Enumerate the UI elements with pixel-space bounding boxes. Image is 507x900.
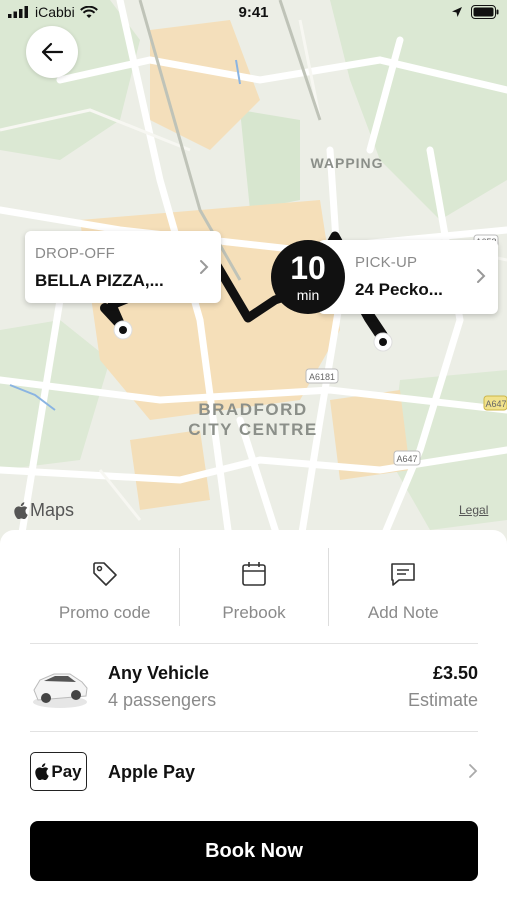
divider xyxy=(179,548,180,626)
vehicle-option[interactable]: Any Vehicle 4 passengers £3.50 Estimate xyxy=(30,658,478,716)
back-button[interactable] xyxy=(26,26,78,78)
location-arrow-icon xyxy=(452,7,462,17)
area-label-city-centre: CITY CENTRE xyxy=(188,420,318,439)
apple-pay-badge-text: Pay xyxy=(51,761,82,781)
chevron-right-icon xyxy=(477,269,486,283)
battery-icon xyxy=(471,5,499,19)
note-icon xyxy=(391,563,416,586)
road-label-a647: A647 xyxy=(396,454,417,464)
road-label-a6181: A6181 xyxy=(309,372,335,382)
add-note-label: Add Note xyxy=(367,603,439,622)
apple-pay-badge: Pay xyxy=(30,752,87,791)
payment-method-row[interactable]: Pay Apple Pay xyxy=(30,750,478,792)
divider xyxy=(328,548,329,626)
dropoff-label: DROP-OFF xyxy=(35,245,115,262)
eta-unit: min xyxy=(296,287,320,303)
pickup-card[interactable]: PICK-UP 24 Pecko... xyxy=(318,240,498,314)
dropoff-address: BELLA PIZZA,... xyxy=(35,271,164,290)
tag-icon xyxy=(92,562,117,586)
status-bar: iCabbi 9:41 xyxy=(0,0,507,28)
divider xyxy=(30,643,478,644)
divider xyxy=(30,731,478,732)
pickup-label: PICK-UP xyxy=(355,254,418,271)
quick-actions: Promo code Prebook Add Note xyxy=(30,548,478,626)
eta-badge: 10 min xyxy=(271,240,345,314)
prebook-label: Prebook xyxy=(222,603,286,622)
dropoff-card[interactable]: DROP-OFF BELLA PIZZA,... xyxy=(25,231,221,303)
eta-value: 10 xyxy=(290,250,326,286)
add-note-button[interactable]: Add Note xyxy=(329,548,478,626)
area-label-wapping: WAPPING xyxy=(310,155,383,171)
price-estimate-label: Estimate xyxy=(407,690,478,710)
vehicle-passengers: 4 passengers xyxy=(108,690,217,710)
map-view[interactable]: WAPPING BRADFORD CITY CENTRE A6181 A647 … xyxy=(0,0,507,545)
vehicle-price: £3.50 xyxy=(432,663,478,683)
road-label-a647-yellow: A647 xyxy=(485,399,506,409)
book-now-button[interactable]: Book Now xyxy=(30,821,478,881)
calendar-icon xyxy=(242,562,266,586)
prebook-button[interactable]: Prebook xyxy=(179,548,328,626)
legal-link[interactable]: Legal xyxy=(459,503,488,517)
promo-code-button[interactable]: Promo code xyxy=(30,548,179,626)
promo-code-label: Promo code xyxy=(58,603,151,622)
booking-sheet: Promo code Prebook Add Note Any Vehicle … xyxy=(0,530,507,900)
apple-logo-icon xyxy=(14,502,28,519)
chevron-right-icon xyxy=(469,764,478,778)
arrow-left-icon xyxy=(41,42,64,62)
payment-method-name: Apple Pay xyxy=(108,762,196,782)
vehicle-name: Any Vehicle xyxy=(108,663,210,683)
pickup-address: 24 Pecko... xyxy=(355,280,443,299)
chevron-right-icon xyxy=(200,260,209,274)
maps-label: Maps xyxy=(30,500,75,520)
apple-logo-icon xyxy=(35,763,50,780)
status-right xyxy=(451,5,499,19)
area-label-bradford: BRADFORD xyxy=(198,400,307,419)
status-time: 9:41 xyxy=(238,4,269,21)
car-icon xyxy=(33,673,88,708)
maps-attribution: Maps xyxy=(14,500,74,521)
